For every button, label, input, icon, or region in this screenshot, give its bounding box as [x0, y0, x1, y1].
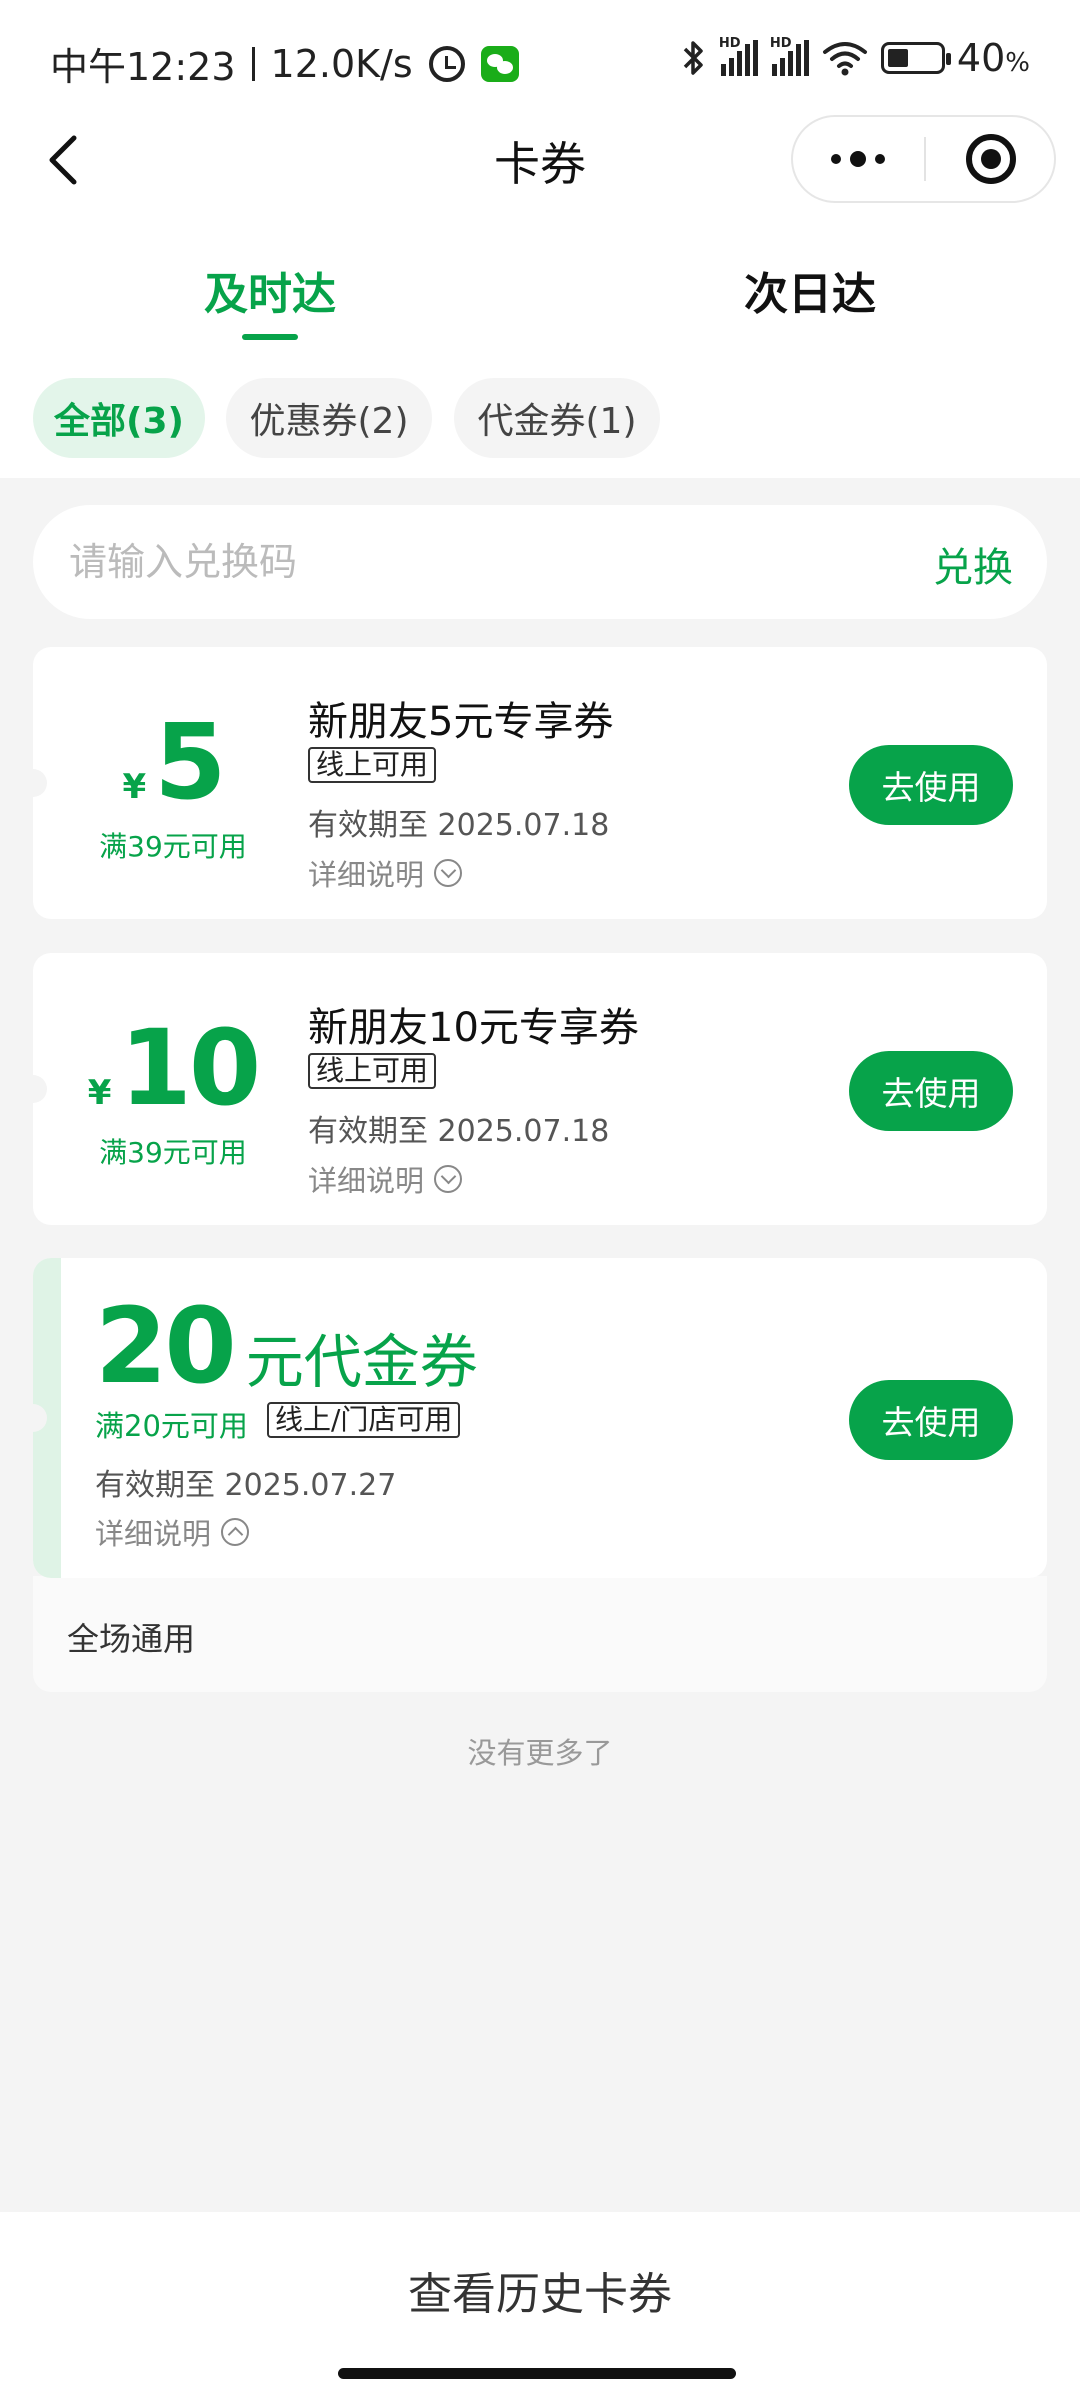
- wifi-icon: [822, 42, 867, 76]
- target-close-icon: [966, 134, 1016, 184]
- detail-label: 详细说明: [308, 858, 425, 892]
- filter-all[interactable]: 全部(3): [33, 378, 205, 458]
- status-left: 中午12:23 12.0K/s: [50, 36, 519, 91]
- coupon-condition: 满39元可用: [99, 830, 247, 863]
- voucher-detail-panel: 全场通用: [33, 1576, 1047, 1692]
- usage-tag: 线上可用: [308, 747, 437, 783]
- close-button[interactable]: [926, 117, 1056, 201]
- card-notch: [19, 1404, 47, 1432]
- more-button[interactable]: [793, 117, 923, 201]
- coupon-title: 新朋友10元专享券: [308, 1005, 639, 1051]
- chevron-down-icon: [434, 1165, 463, 1193]
- redeem-bar: 兑换: [33, 505, 1047, 619]
- detail-toggle[interactable]: 详细说明: [95, 1511, 250, 1553]
- usage-tag: 线上/门店可用: [267, 1402, 461, 1438]
- chevron-down-icon: [434, 859, 463, 887]
- filter-coupons[interactable]: 优惠券(2): [226, 378, 432, 458]
- redeem-button[interactable]: 兑换: [933, 535, 1013, 593]
- status-bar: 中午12:23 12.0K/s HD HD 40%: [0, 0, 1080, 120]
- network-speed: 12.0K/s: [270, 41, 413, 86]
- detail-label: 详细说明: [308, 1164, 425, 1198]
- coupon-card: ¥5 满39元可用 新朋友5元专享券 线上可用 有效期至 2025.07.18 …: [19, 647, 1047, 919]
- voucher-expiry: 有效期至 2025.07.27: [95, 1468, 397, 1503]
- detail-toggle[interactable]: 详细说明: [308, 852, 463, 894]
- voucher-scope: 全场通用: [67, 1620, 196, 1658]
- detail-label: 详细说明: [95, 1517, 212, 1551]
- view-history-button[interactable]: 查看历史卡券: [0, 2258, 1080, 2322]
- usage-tag: 线上可用: [308, 1053, 437, 1089]
- mini-program-capsule: [791, 115, 1056, 203]
- coupon-amount: ¥10: [87, 1007, 261, 1129]
- bottom-bar: 查看历史卡券: [0, 2212, 1080, 2400]
- coupon-title: 新朋友5元专享券: [308, 699, 614, 745]
- no-more-text: 没有更多了: [467, 1736, 613, 1770]
- coupon-card: ¥10 满39元可用 新朋友10元专享券 线上可用 有效期至 2025.07.1…: [19, 953, 1047, 1225]
- use-coupon-button[interactable]: 去使用: [849, 745, 1013, 825]
- active-tab-indicator: [242, 334, 298, 340]
- coupon-amount: ¥5: [122, 701, 226, 823]
- alarm-icon: [428, 45, 465, 82]
- more-icon: [831, 154, 841, 164]
- voucher-card: 20 元代金券 满20元可用 线上/门店可用 有效期至 2025.07.27 详细…: [19, 1258, 1047, 1578]
- voucher-amount: 20 元代金券: [95, 1285, 478, 1407]
- coupon-expiry: 有效期至 2025.07.18: [308, 808, 610, 843]
- redeem-code-input[interactable]: [69, 527, 869, 597]
- chevron-up-icon: [221, 1518, 250, 1546]
- home-indicator[interactable]: [338, 2368, 736, 2379]
- status-time: 中午12:23: [50, 45, 236, 89]
- use-voucher-button[interactable]: 去使用: [849, 1380, 1013, 1460]
- signal-icon: HD: [770, 36, 809, 76]
- use-coupon-button[interactable]: 去使用: [849, 1051, 1013, 1131]
- status-right: HD HD 40%: [681, 36, 1030, 80]
- coupon-expiry: 有效期至 2025.07.18: [308, 1114, 610, 1149]
- filter-vouchers[interactable]: 代金券(1): [454, 378, 660, 458]
- wechat-icon: [480, 45, 519, 82]
- tab-next-day[interactable]: 次日达: [540, 258, 1080, 322]
- coupon-condition: 满39元可用: [99, 1136, 247, 1169]
- battery-percent: 40%: [956, 36, 1030, 80]
- signal-icon: HD: [719, 36, 758, 76]
- detail-toggle[interactable]: 详细说明: [308, 1158, 463, 1200]
- voucher-condition: 满20元可用: [95, 1409, 248, 1443]
- status-separator: [251, 46, 255, 81]
- tab-instant[interactable]: 及时达: [0, 258, 540, 322]
- bluetooth-icon: [683, 41, 703, 75]
- battery-icon: [880, 42, 951, 74]
